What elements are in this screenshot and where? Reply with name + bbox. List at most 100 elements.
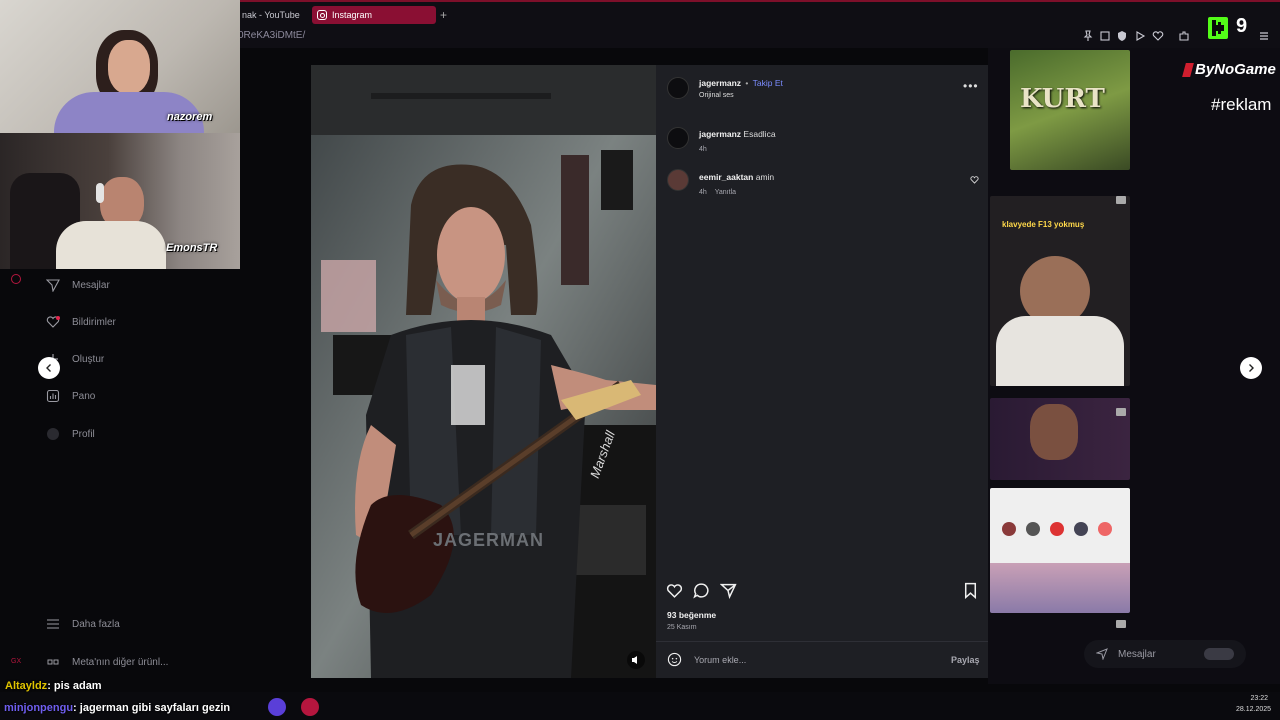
next-post-button[interactable]	[1240, 357, 1262, 379]
chat-username: minjonpengu	[4, 702, 74, 714]
post-comment-button[interactable]: Paylaş	[951, 655, 980, 665]
webcam-nazorem: nazorem	[0, 0, 240, 133]
post-header: jagermanz • Takip Et	[699, 78, 783, 88]
header-separator: •	[745, 78, 749, 88]
profile-screenshot-tile	[990, 488, 1130, 613]
video-icon	[1116, 408, 1126, 416]
post-detail-panel: jagermanz • Takip Et Orijinal ses ••• ja…	[656, 65, 988, 678]
instagram-icon	[317, 10, 327, 20]
sidebar-item-dashboard[interactable]: Pano	[46, 386, 95, 406]
video-icon	[1116, 196, 1126, 204]
shirt-logo-text: JAGERMAN	[433, 530, 545, 550]
app-icon[interactable]	[268, 698, 286, 716]
caption-avatar[interactable]	[667, 127, 689, 149]
avatars-stack	[1203, 648, 1234, 660]
chat-message: Altayldz: pis adam	[5, 680, 102, 692]
menu-icon[interactable]	[1258, 30, 1270, 42]
screenshot-icon[interactable]	[1099, 30, 1111, 42]
comment-input[interactable]: Yorum ekle...	[694, 655, 746, 665]
caption: jagermanz Esadlica	[699, 129, 776, 139]
play-icon[interactable]	[1134, 30, 1146, 42]
kurt-title: KURT	[1020, 84, 1105, 114]
comment-meta: 4h Yanıtla	[699, 189, 736, 196]
klavye-text: klavyede F13 yokmuş	[1002, 220, 1085, 229]
caption-username[interactable]: jagermanz	[699, 129, 741, 139]
clock-time: 23:22	[1250, 695, 1268, 702]
emoji-icon[interactable]	[667, 652, 682, 667]
audio-label[interactable]: Orijinal ses	[699, 92, 734, 99]
cam2-name: EmonsTR	[166, 242, 218, 254]
kick-logo	[1208, 17, 1228, 39]
send-icon	[46, 279, 60, 292]
brand-logo: ByNoGame	[1182, 61, 1276, 78]
post-photo[interactable]: JAGERMAN Marshall	[311, 65, 656, 678]
sidebar-item-profile[interactable]: Profil	[46, 424, 95, 444]
reply-link[interactable]: Yanıtla	[715, 189, 736, 196]
chat-username: Altayldz	[5, 680, 48, 692]
speaker-icon	[632, 656, 637, 664]
second-streamer-tile	[990, 398, 1130, 480]
divider	[656, 641, 988, 642]
mute-button[interactable]	[627, 651, 645, 669]
instagram-rail-icon	[11, 274, 21, 284]
guitarist-photo	[311, 65, 656, 678]
chevron-right-icon	[1249, 364, 1254, 372]
background-collage: KURT klavyede F13 yokmuş	[988, 48, 1280, 684]
comment: eemir_aaktan amin	[699, 172, 774, 182]
viewer-counter: 9	[1236, 15, 1248, 37]
grid-icon	[47, 659, 59, 665]
webcam-emonstr: EmonsTR	[0, 133, 240, 269]
caption-text: Esadlica	[743, 129, 776, 139]
address-bar[interactable]: 0ReKA3iDMtE/	[238, 30, 305, 41]
extensions-icon[interactable]	[1178, 30, 1190, 42]
comment-icon[interactable]	[693, 582, 710, 599]
messages-pill-label: Mesajlar	[1118, 648, 1156, 660]
post-date: 25 Kasım	[667, 624, 697, 631]
new-tab-button[interactable]: +	[440, 6, 447, 24]
comment-time: 4h	[699, 189, 707, 196]
reklam-hashtag: #reklam	[1211, 95, 1272, 114]
messages-pill[interactable]: Mesajlar	[1084, 640, 1246, 668]
chart-icon	[46, 389, 60, 403]
sidebar-item-more[interactable]: Daha fazla	[46, 614, 120, 634]
post-author-avatar[interactable]	[667, 77, 689, 99]
shield-icon[interactable]	[1116, 30, 1128, 42]
like-icon[interactable]	[666, 582, 683, 599]
chat-text: : jagerman gibi sayfaları gezin	[73, 702, 231, 714]
chat-message: minjonpengu: jagerman gibi sayfaları gez…	[4, 702, 230, 714]
comment-text: amin	[755, 172, 775, 182]
follow-button[interactable]: Takip Et	[753, 78, 783, 88]
more-options-icon[interactable]: •••	[963, 79, 979, 93]
tab-instagram-label: Instagram	[332, 10, 373, 20]
video-icon	[1116, 620, 1126, 628]
share-icon[interactable]	[720, 582, 737, 599]
profile-icon	[47, 428, 59, 440]
sidebar-item-messages[interactable]: Mesajlar	[46, 275, 110, 295]
likes-count[interactable]: 93 beğenme	[667, 610, 716, 620]
opera-gx-icon[interactable]	[301, 698, 319, 716]
sidebar-item-notifications[interactable]: Bildirimler	[46, 312, 116, 332]
comment-like-icon[interactable]	[970, 175, 979, 184]
streamer-tile: klavyede F13 yokmuş	[990, 196, 1130, 386]
post-username[interactable]: jagermanz	[699, 78, 741, 88]
chevron-left-icon	[46, 364, 51, 372]
bookmark-icon[interactable]	[962, 582, 979, 599]
chat-text: : pis adam	[47, 680, 102, 692]
cam1-name: nazorem	[167, 111, 213, 123]
send-icon	[1096, 648, 1108, 660]
comment-username[interactable]: eemir_aaktan	[699, 172, 753, 182]
tab-youtube[interactable]: nak - YouTube	[236, 6, 308, 24]
kurt-tile: KURT	[1010, 50, 1130, 170]
instagram-sidebar: Mesajlar Bildirimler Oluştur Pano Profil…	[30, 269, 311, 684]
comment-avatar[interactable]	[667, 169, 689, 191]
sidebar-item-meta[interactable]: Meta'nın diğer ürünl...	[46, 652, 168, 672]
gx-icon: GX	[11, 658, 22, 665]
tab-instagram[interactable]: Instagram	[312, 6, 436, 24]
heart-icon	[46, 316, 60, 328]
previous-post-button[interactable]	[38, 357, 60, 379]
clock-date: 28.12.2025	[1236, 706, 1272, 713]
streamer-shirt	[996, 316, 1124, 386]
menu-icon	[47, 619, 59, 629]
pin-icon[interactable]	[1082, 30, 1094, 42]
heart-outline-icon[interactable]	[1152, 30, 1164, 42]
